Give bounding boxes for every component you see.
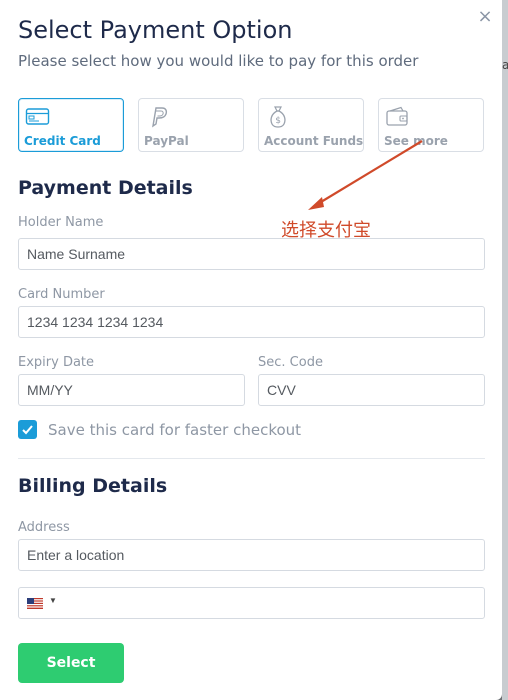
svg-text:$: $ [275,116,281,126]
us-flag-icon[interactable] [27,598,43,609]
address-label: Address [18,520,70,535]
tab-paypal[interactable]: PayPal [138,98,244,152]
sec-code-label: Sec. Code [258,355,323,370]
checkmark-icon [22,425,33,435]
card-number-input[interactable] [18,306,485,338]
modal-subtitle: Please select how you would like to pay … [18,52,419,70]
background-strip: a [502,0,508,700]
holder-name-label: Holder Name [18,215,104,230]
sec-code-input[interactable] [258,374,485,406]
paypal-icon [152,107,168,128]
address-input[interactable] [18,539,485,571]
modal-title: Select Payment Option [18,16,293,44]
payment-modal: × Select Payment Option Please select ho… [0,0,502,700]
tab-label: PayPal [144,134,189,148]
close-icon[interactable]: × [476,8,494,26]
annotation-text: 选择支付宝 [281,220,371,241]
billing-details-heading: Billing Details [18,475,168,497]
phone-field: ▼ [18,587,485,619]
card-number-label: Card Number [18,287,105,302]
expiry-date-input[interactable] [18,374,245,406]
save-card-checkbox[interactable] [18,420,37,439]
wallet-icon [386,106,408,126]
tab-label: Credit Card [24,134,101,148]
save-card-label: Save this card for faster checkout [48,421,302,439]
credit-card-icon [25,108,50,125]
divider [18,458,485,459]
tab-credit-card[interactable]: Credit Card [18,98,124,152]
payment-details-heading: Payment Details [18,177,193,199]
select-button[interactable]: Select [18,643,124,683]
money-bag-icon: $ [270,106,286,128]
expiry-date-label: Expiry Date [18,355,95,370]
chevron-down-icon[interactable]: ▼ [49,596,57,605]
annotation-arrow [308,140,423,210]
phone-input[interactable] [63,588,483,618]
holder-name-input[interactable] [18,238,485,270]
